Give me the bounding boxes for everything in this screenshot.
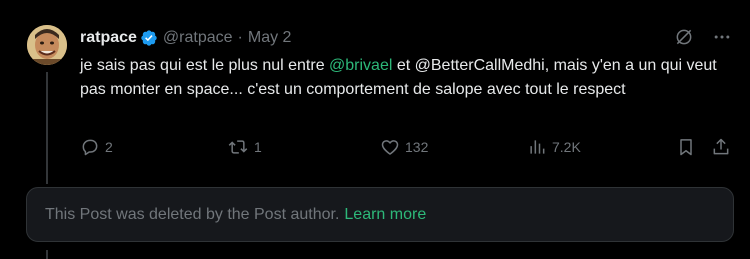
- deleted-notice-text: This Post was deleted by the Post author…: [45, 205, 340, 223]
- bookmark-icon: [680, 139, 692, 156]
- repost-count: 1: [254, 139, 262, 155]
- verified-badge-icon: [141, 30, 157, 46]
- top-icons: [674, 27, 732, 47]
- grok-slash-icon[interactable]: [674, 27, 694, 47]
- like-button[interactable]: 132: [380, 137, 428, 157]
- thread-line: [46, 72, 48, 184]
- post-header: ratpace @ratpace · May 2: [80, 27, 291, 49]
- avatar[interactable]: [27, 25, 67, 65]
- post-date[interactable]: May 2: [248, 29, 292, 47]
- post-text: je sais pas qui est le plus nul entre @b…: [80, 54, 720, 102]
- like-icon: [381, 140, 399, 155]
- bookmark-button[interactable]: [676, 137, 696, 157]
- reply-icon: [82, 139, 98, 156]
- thread-line-bottom: [46, 250, 48, 259]
- post-text-before: je sais pas qui est le plus nul entre: [80, 57, 330, 74]
- share-icon: [713, 138, 729, 155]
- more-icon[interactable]: [712, 27, 732, 47]
- repost-button[interactable]: 1: [227, 137, 262, 157]
- handle[interactable]: @ratpace: [163, 29, 233, 47]
- like-count: 132: [405, 139, 429, 155]
- repost-icon: [228, 140, 248, 154]
- display-name[interactable]: ratpace: [80, 29, 137, 47]
- share-button[interactable]: [711, 137, 731, 157]
- action-bar: 2 1 132 7.2K: [80, 137, 732, 161]
- views-icon: [530, 140, 545, 154]
- separator: ·: [237, 29, 243, 46]
- mention-link[interactable]: @brivael: [329, 57, 392, 74]
- reply-count: 2: [105, 139, 113, 155]
- reply-button[interactable]: 2: [80, 137, 113, 157]
- views-button[interactable]: 7.2K: [527, 137, 581, 157]
- deleted-post-card: This Post was deleted by the Post author…: [26, 187, 734, 242]
- view-count: 7.2K: [552, 139, 581, 155]
- avatar-image: [27, 25, 67, 65]
- learn-more-link[interactable]: Learn more: [344, 206, 426, 224]
